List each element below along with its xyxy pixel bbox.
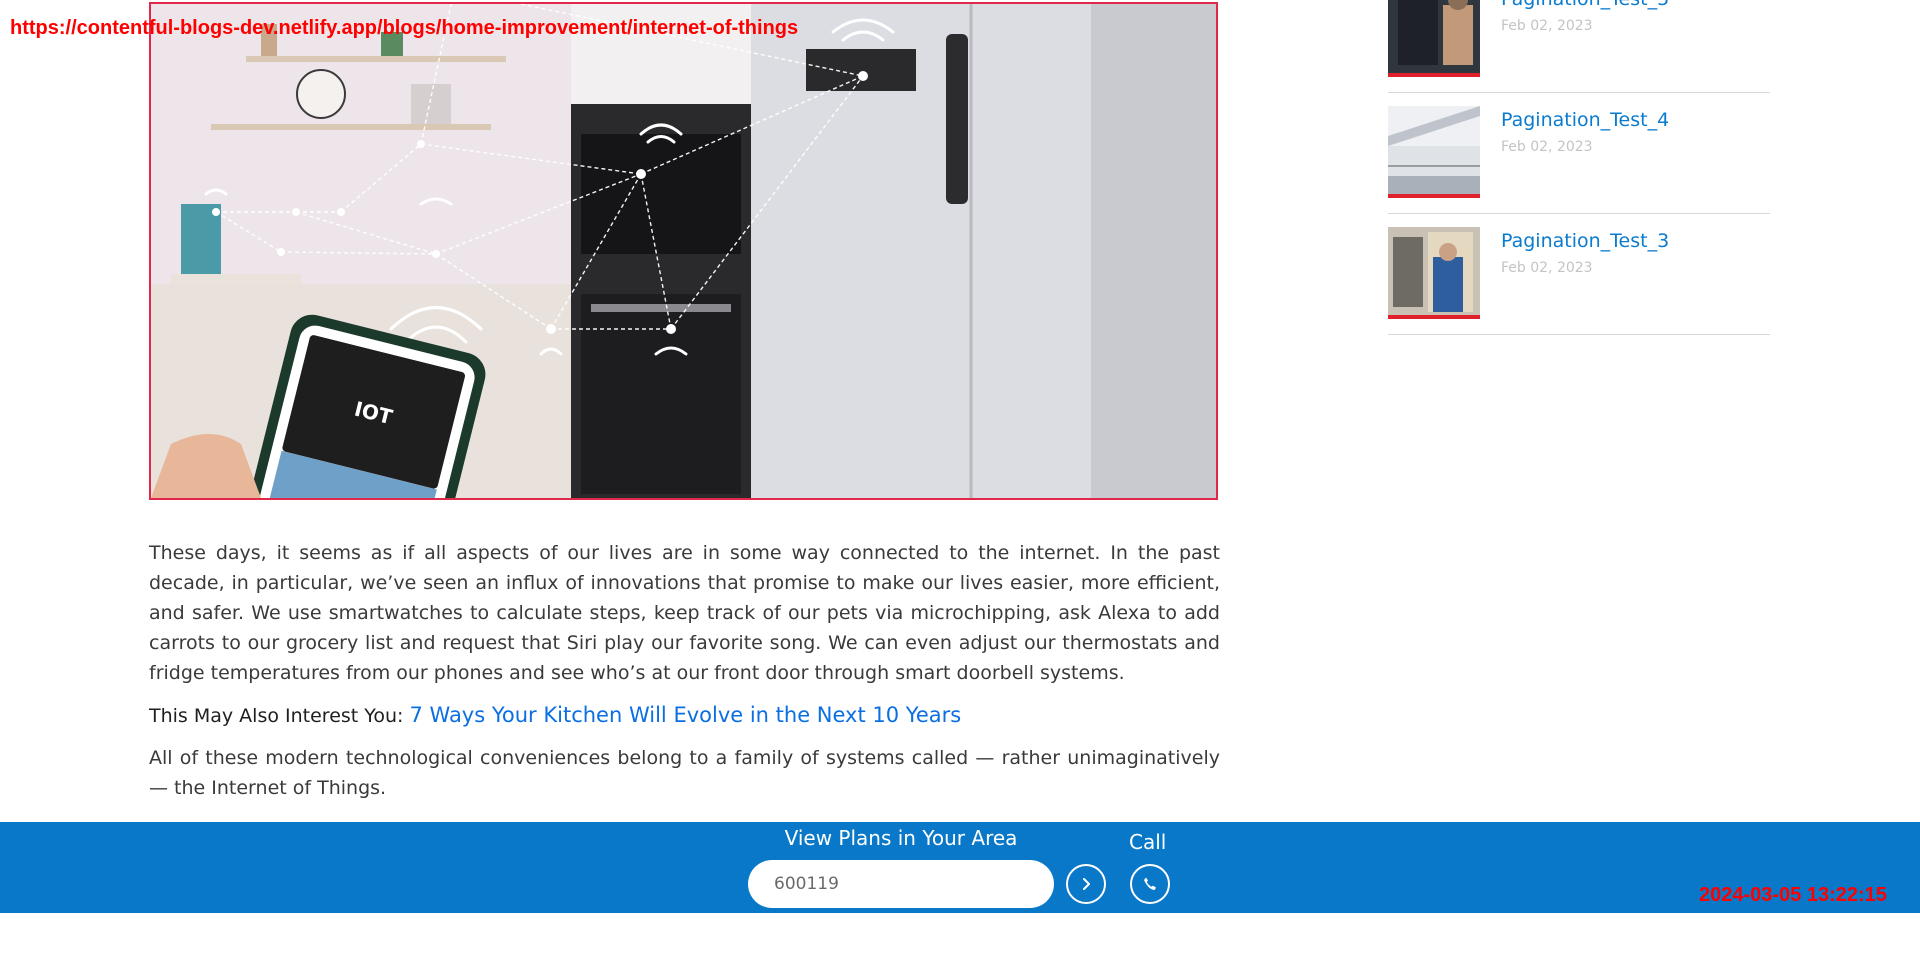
chevron-right-icon (1083, 878, 1090, 890)
recent-posts-sidebar: Pagination_Test_5 Feb 02, 2023 Paginatio… (1388, 0, 1770, 335)
call-button[interactable] (1130, 864, 1170, 904)
url-overlay: https://contentful-blogs-dev.netlify.app… (10, 17, 799, 39)
post-title[interactable]: Pagination_Test_4 (1501, 109, 1669, 131)
sidebar-post[interactable]: Pagination_Test_4 Feb 02, 2023 (1388, 93, 1770, 214)
hero-image: IOT (149, 2, 1218, 500)
timestamp-overlay: 2024-03-05 13:22:15 (1699, 884, 1887, 906)
sidebar-post[interactable]: Pagination_Test_5 Feb 02, 2023 (1388, 0, 1770, 93)
related-article: This May Also Interest You: 7 Ways Your … (149, 700, 1220, 731)
article-paragraph: All of these modern technological conven… (149, 747, 1220, 799)
post-thumbnail[interactable] (1388, 106, 1480, 198)
post-title[interactable]: Pagination_Test_3 (1501, 230, 1669, 252)
post-date: Feb 02, 2023 (1501, 260, 1593, 276)
post-date: Feb 02, 2023 (1501, 18, 1593, 34)
iot-kitchen-illustration: IOT (151, 4, 1216, 498)
call-label: Call (1129, 830, 1167, 854)
post-thumbnail[interactable] (1388, 227, 1480, 319)
related-label: This May Also Interest You: (149, 705, 404, 727)
view-plans-title: View Plans in Your Area (784, 826, 1018, 850)
sidebar-post[interactable]: Pagination_Test_3 Feb 02, 2023 (1388, 214, 1770, 335)
phone-icon (1144, 877, 1156, 890)
related-article-link[interactable]: 7 Ways Your Kitchen Will Evolve in the N… (409, 703, 961, 727)
zip-code-input[interactable] (748, 860, 1054, 908)
view-plans-bar: View Plans in Your Area Call (0, 822, 1920, 913)
post-date: Feb 02, 2023 (1501, 139, 1593, 155)
post-title[interactable]: Pagination_Test_5 (1501, 0, 1669, 10)
article-paragraph: These days, it seems as if all aspects o… (149, 542, 1220, 684)
page: https://contentful-blogs-dev.netlify.app… (0, 0, 1920, 963)
submit-zip-button[interactable] (1066, 864, 1106, 904)
article-body: These days, it seems as if all aspects o… (149, 538, 1220, 803)
post-thumbnail[interactable] (1388, 0, 1480, 77)
